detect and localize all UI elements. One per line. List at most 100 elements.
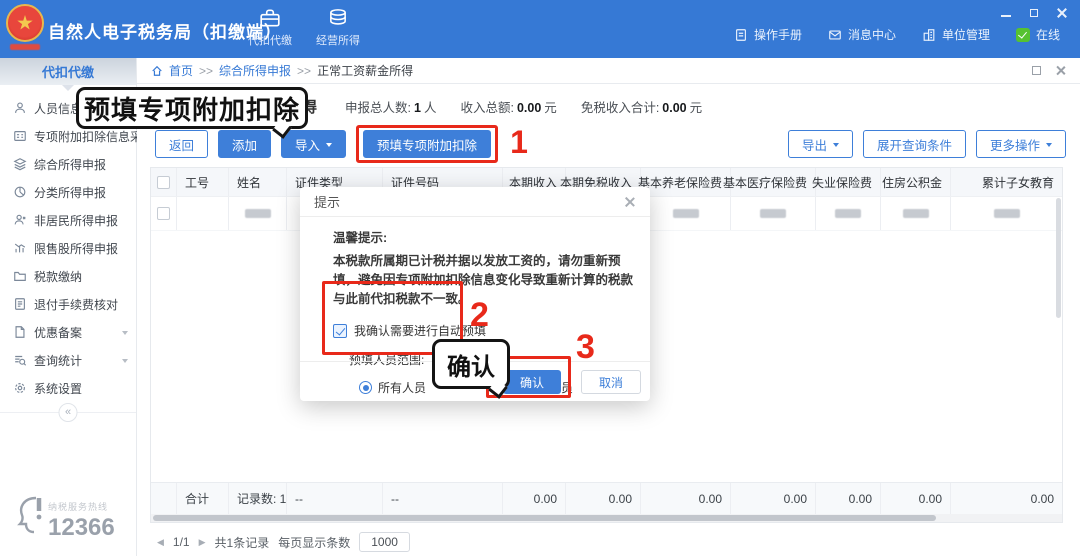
summary-cert-no: -- bbox=[383, 483, 503, 514]
chevron-down-icon bbox=[122, 330, 128, 338]
more-actions-button[interactable]: 更多操作 bbox=[975, 130, 1066, 158]
chevron-down-icon bbox=[1046, 143, 1052, 150]
sidebar-menu: 人员信息采集 专项附加扣除信息采集 综合所得申报 分类所得申报 非居民所得申报 … bbox=[0, 85, 154, 402]
gear-icon bbox=[15, 383, 25, 393]
per-page-label: 每页显示条数 bbox=[278, 535, 351, 550]
prev-page-icon[interactable]: ◀ bbox=[157, 537, 164, 548]
search-list-icon bbox=[15, 355, 27, 366]
sidebar-item-refund-fee-check[interactable]: 退付手续费核对 bbox=[0, 290, 136, 318]
select-all-checkbox[interactable] bbox=[157, 175, 170, 189]
sidebar-item-query-statistics[interactable]: 查询统计 bbox=[0, 346, 136, 374]
warm-tip-title: 温馨提示: bbox=[333, 231, 388, 245]
file-icon bbox=[15, 326, 25, 338]
sidebar-item-tax-payment[interactable]: 税款缴纳 bbox=[0, 262, 136, 290]
confirm-button[interactable]: 确认 bbox=[503, 370, 561, 394]
table-summary-row: 合计 记录数: 1 -- -- 0.00 0.00 0.00 0.00 0.00… bbox=[151, 482, 1062, 514]
per-page-select[interactable]: 1000 bbox=[359, 532, 410, 552]
maximize-icon[interactable] bbox=[1028, 7, 1040, 19]
sidebar-item-label: 限售股所得申报 bbox=[34, 241, 119, 256]
col-employee-id: 工号 bbox=[177, 168, 229, 196]
redacted-value bbox=[993, 209, 1020, 218]
breadcrumb-section[interactable]: 综合所得申报 bbox=[219, 62, 291, 79]
sidebar-item-restricted-shares[interactable]: 限售股所得申报 bbox=[0, 234, 136, 262]
summary-value: 0.00 bbox=[503, 483, 566, 514]
nav-business-income-label: 经营所得 bbox=[316, 35, 360, 47]
panel-controls bbox=[1032, 65, 1066, 76]
receipt-icon bbox=[15, 298, 25, 310]
sidebar-item-preferential-filing[interactable]: 优惠备案 bbox=[0, 318, 136, 346]
hotline-number: 12366 bbox=[48, 514, 115, 541]
minimize-icon[interactable] bbox=[1000, 7, 1012, 19]
breadcrumb-current: 正常工资薪金所得 bbox=[317, 64, 414, 78]
app-window: 自然人电子税务局（扣缴端） 代扣代缴 经营所得 操作手册 消息中心 单位管理 在… bbox=[0, 0, 1080, 556]
sidebar-item-classified-income[interactable]: 分类所得申报 bbox=[0, 178, 136, 206]
dialog-close-icon[interactable] bbox=[624, 196, 636, 208]
breadcrumb: 首页 >> 综合所得申报 >> 正常工资薪金所得 bbox=[137, 58, 1080, 84]
annotation-step-2: 2 bbox=[470, 296, 489, 334]
pie-chart-icon bbox=[14, 186, 26, 198]
coins-icon bbox=[330, 9, 346, 25]
sidebar-item-nonresident-income[interactable]: 非居民所得申报 bbox=[0, 206, 136, 234]
back-button[interactable]: 返回 bbox=[155, 130, 209, 158]
panel-maximize-icon[interactable] bbox=[1032, 66, 1041, 75]
scrollbar-thumb[interactable] bbox=[153, 515, 937, 521]
import-button[interactable]: 导入 bbox=[281, 130, 347, 158]
document-icon bbox=[735, 28, 746, 41]
prefill-special-deduction-button[interactable]: 预填专项附加扣除 bbox=[363, 130, 492, 158]
link-manual-label: 操作手册 bbox=[753, 28, 802, 42]
breadcrumb-home[interactable]: 首页 bbox=[169, 62, 193, 79]
sidebar-header-label: 代扣代缴 bbox=[41, 65, 94, 80]
link-online-status[interactable]: 在线 bbox=[1015, 26, 1060, 43]
summary-records: 记录数: 1 bbox=[229, 483, 287, 514]
dialog-header: 提示 bbox=[300, 187, 650, 217]
link-messages-label: 消息中心 bbox=[847, 28, 896, 42]
row-checkbox[interactable] bbox=[157, 207, 170, 220]
close-icon[interactable] bbox=[1056, 7, 1068, 19]
add-button[interactable]: 添加 bbox=[218, 130, 272, 158]
checked-checkbox-icon[interactable] bbox=[333, 323, 347, 338]
sidebar-item-label: 优惠备案 bbox=[34, 325, 83, 340]
callout-prefill-bubble: 预填专项附加扣除 bbox=[76, 87, 308, 139]
sidebar-item-system-settings[interactable]: 系统设置 bbox=[0, 374, 136, 402]
annotation-step-1: 1 bbox=[510, 123, 528, 160]
link-unit-management-label: 单位管理 bbox=[941, 28, 990, 42]
panel-close-icon[interactable] bbox=[1055, 65, 1066, 76]
link-messages[interactable]: 消息中心 bbox=[828, 26, 896, 43]
home-icon[interactable] bbox=[151, 65, 163, 77]
chevron-down-icon bbox=[326, 143, 333, 150]
stat-total-income: 收入总额: 0.00 元 bbox=[460, 100, 557, 115]
confirm-checkbox-label: 我确认需要进行自动预填 bbox=[354, 324, 487, 338]
window-controls bbox=[1000, 7, 1068, 19]
summary-value: 0.00 bbox=[816, 483, 881, 514]
page-indicator: 1/1 bbox=[172, 535, 190, 549]
callout-confirm-text: 确认 bbox=[447, 353, 495, 381]
toolbar-right: 导出 展开查询条件 更多操作 bbox=[787, 130, 1066, 158]
sidebar-header-tab[interactable]: 代扣代缴 bbox=[0, 58, 136, 91]
nav-business-income[interactable]: 经营所得 bbox=[316, 7, 360, 48]
summary-value: 0.00 bbox=[566, 483, 641, 514]
vertical-scrollbar[interactable] bbox=[1056, 198, 1061, 318]
mail-icon bbox=[829, 29, 841, 40]
layers-icon bbox=[13, 158, 27, 171]
hotline-label: 纳税服务热线 bbox=[48, 502, 109, 512]
sidebar-item-label: 退付手续费核对 bbox=[34, 297, 119, 312]
horizontal-scrollbar[interactable] bbox=[151, 514, 1062, 522]
link-unit-management[interactable]: 单位管理 bbox=[922, 26, 990, 43]
folder-icon bbox=[14, 271, 26, 281]
sidebar: 代扣代缴 人员信息采集 专项附加扣除信息采集 综合所得申报 分类所得申报 非居民… bbox=[0, 58, 154, 556]
link-manual[interactable]: 操作手册 bbox=[734, 26, 802, 43]
redacted-value bbox=[760, 209, 786, 218]
sidebar-item-comprehensive-income[interactable]: 综合所得申报 bbox=[0, 150, 136, 178]
online-check-icon bbox=[1015, 27, 1030, 42]
next-page-icon[interactable]: ▶ bbox=[199, 537, 206, 548]
person-icon bbox=[15, 102, 25, 113]
redacted-value bbox=[902, 209, 929, 218]
sidebar-item-label: 分类所得申报 bbox=[34, 185, 107, 200]
export-button[interactable]: 导出 bbox=[787, 130, 853, 158]
nav-withholding[interactable]: 代扣代缴 bbox=[248, 7, 292, 48]
page-stats: 申报总人数: 1 人 收入总额: 0.00 元 免税收入合计: 0.00 元 bbox=[345, 97, 702, 116]
sidebar-collapse-button[interactable]: « bbox=[58, 403, 78, 422]
hotline-block: 纳税服务热线 12366 bbox=[12, 494, 115, 542]
expand-query-button[interactable]: 展开查询条件 bbox=[862, 130, 966, 158]
cancel-button[interactable]: 取消 bbox=[581, 370, 641, 394]
